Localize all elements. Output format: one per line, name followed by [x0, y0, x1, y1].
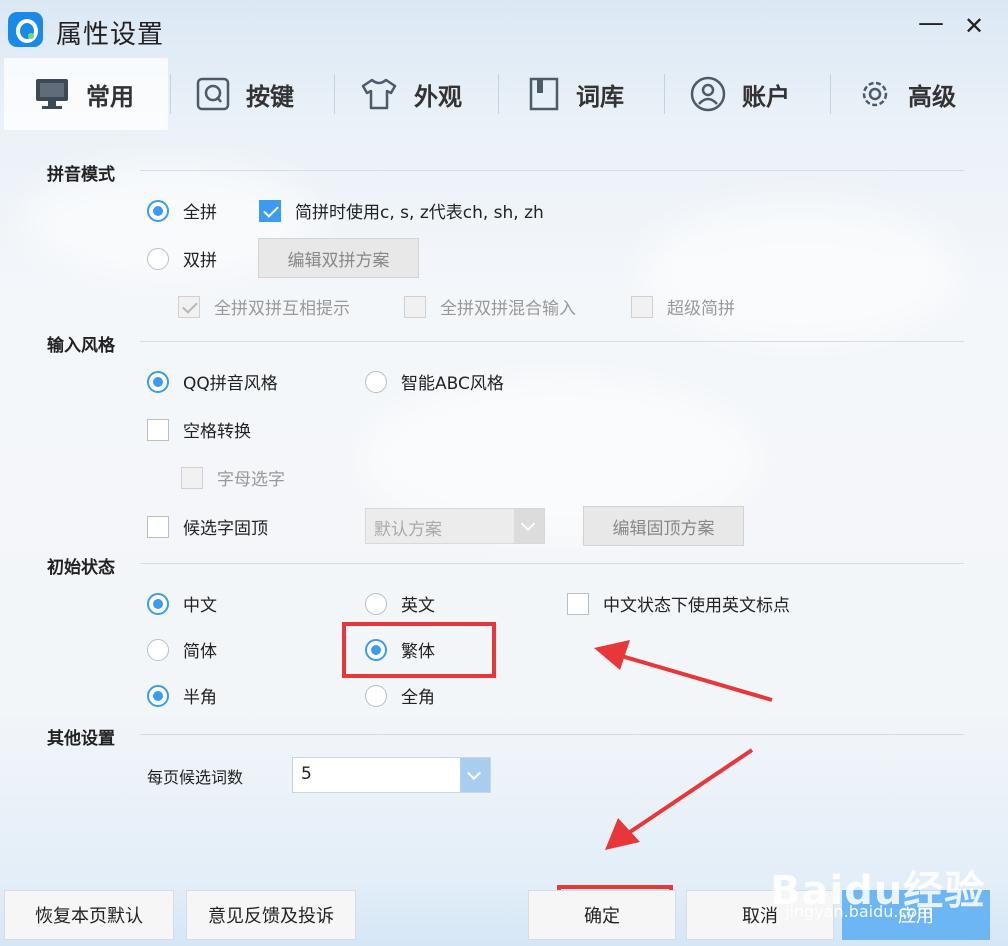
ok-button[interactable]: 确定: [528, 890, 676, 940]
baidu-watermark-url: jingyan.baidu.com: [785, 902, 933, 921]
restore-defaults-button[interactable]: 恢复本页默认: [4, 890, 174, 940]
feedback-button[interactable]: 意见反馈及投诉: [186, 890, 356, 940]
annotation-arrows: [594, 640, 773, 850]
